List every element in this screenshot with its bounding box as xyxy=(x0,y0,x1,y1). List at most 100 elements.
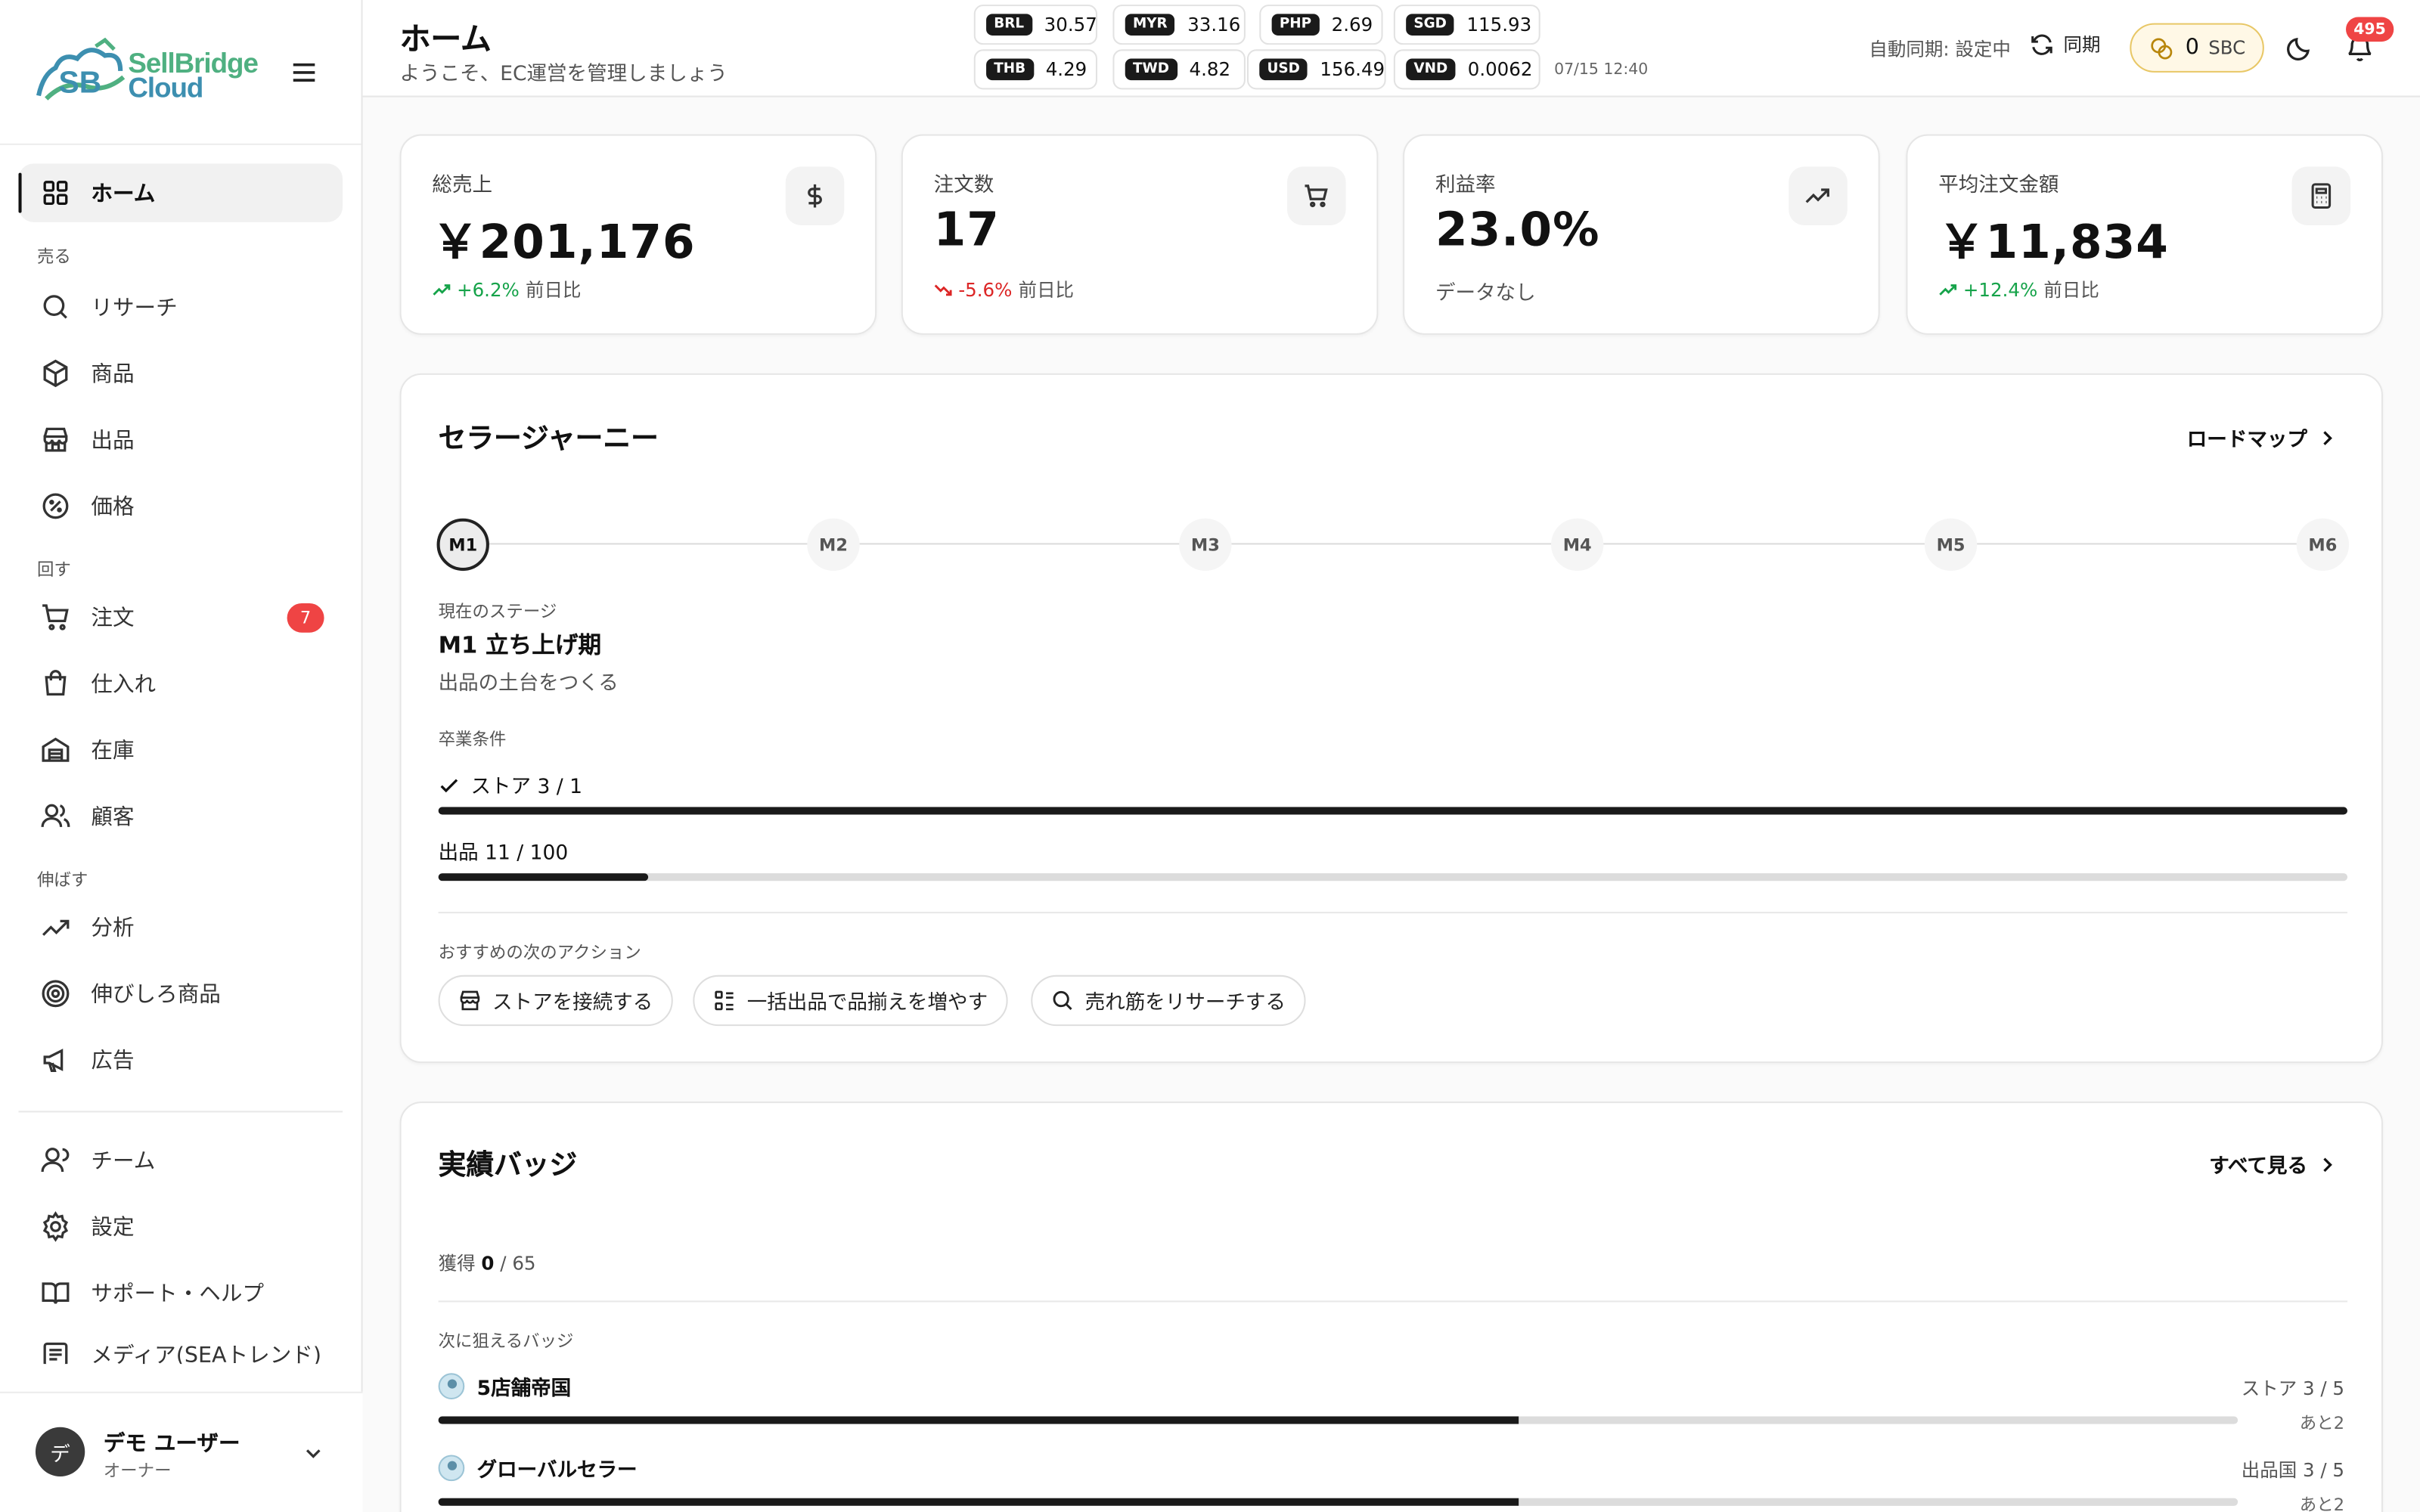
section-operate: 回す xyxy=(36,559,71,581)
sidebar-item-home[interactable]: ホーム xyxy=(18,163,343,222)
current-stage-label: 現在のステージ xyxy=(438,601,557,622)
chevron-right-icon xyxy=(2323,430,2332,445)
stat-card-sales: 総売上 ￥201,176 +6.2% 前日比 xyxy=(399,134,877,335)
menu-icon[interactable] xyxy=(290,59,318,87)
search-icon xyxy=(1053,990,1072,1010)
sbc-balance-button[interactable]: 0 SBC xyxy=(2130,23,2264,73)
step-m5[interactable]: M5 xyxy=(1924,518,1978,572)
section-sell: 売る xyxy=(36,246,71,268)
sidebar-item-media[interactable]: メディア(SEAトレンド) xyxy=(18,1330,343,1365)
stat-card-aov: 平均注文金額 ￥11,834 +12.4% 前日比 xyxy=(1906,134,2383,335)
step-m1[interactable]: M1 xyxy=(436,518,489,572)
rate-code: USD xyxy=(1259,58,1308,81)
rate-value: 4.82 xyxy=(1189,58,1231,81)
rate-chip: TWD 4.82 xyxy=(1112,49,1246,90)
check-icon xyxy=(440,778,458,792)
book-icon xyxy=(42,1282,70,1304)
step-m4[interactable]: M4 xyxy=(1551,518,1604,572)
research-bestsellers-button[interactable]: 売れ筋をリサーチする xyxy=(1031,974,1306,1027)
sidebar-item-listings[interactable]: 出品 xyxy=(18,411,343,469)
step-m3[interactable]: M3 xyxy=(1179,518,1232,572)
action-label: 売れ筋をリサーチする xyxy=(1084,992,1286,1015)
sidebar-item-label: 広告 xyxy=(91,1049,135,1074)
rate-value: 0.0062 xyxy=(1467,58,1533,81)
stat-change: -5.6% 前日比 xyxy=(934,276,1074,302)
logo-text: SellBridge Cloud xyxy=(128,49,259,101)
badge-name: グローバルセラー xyxy=(476,1459,638,1483)
autosync-status[interactable]: 自動同期: 設定中 xyxy=(1869,36,2010,62)
rate-code: VND xyxy=(1406,58,1456,81)
trend-up-icon xyxy=(1939,284,1957,295)
gear-icon xyxy=(42,1211,69,1242)
rate-chip: PHP 2.69 xyxy=(1259,5,1383,45)
page-title: ホーム xyxy=(399,20,492,57)
progress-fill xyxy=(438,873,649,881)
user-role: オーナー xyxy=(103,1461,172,1482)
chevron-down-icon xyxy=(306,1449,321,1458)
view-all-link[interactable]: すべて見る xyxy=(2209,1149,2338,1179)
stat-card-margin: 利益率 23.0% データなし xyxy=(1403,134,1880,335)
top-header: ホーム ようこそ、EC運営を管理しましょう BRL 30.57 MYR 33.16 … xyxy=(362,0,2420,98)
moon-icon[interactable] xyxy=(2285,34,2313,62)
stat-card-orders: 注文数 17 -5.6% 前日比 xyxy=(901,134,1379,335)
stat-change-value: +6.2% xyxy=(457,278,520,300)
sidebar-item-settings[interactable]: 設定 xyxy=(18,1198,343,1256)
user-icon xyxy=(41,1148,70,1173)
next-badges-label: 次に狙えるバッジ xyxy=(438,1331,574,1352)
user-menu[interactable]: デ デモ ユーザー オーナー xyxy=(0,1391,363,1512)
list-icon xyxy=(715,990,734,1011)
progress-fill xyxy=(438,1498,1519,1506)
sidebar-item-label: 仕入れ xyxy=(91,672,157,698)
roadmap-link[interactable]: ロードマップ xyxy=(2187,423,2338,452)
connect-store-button[interactable]: ストアを接続する xyxy=(438,974,673,1027)
journey-stepline xyxy=(463,543,2316,545)
sidebar-item-purchasing[interactable]: 仕入れ xyxy=(18,654,343,713)
sidebar-item-ads[interactable]: 広告 xyxy=(18,1030,343,1089)
step-m2[interactable]: M2 xyxy=(807,518,860,572)
rate-chip: THB 4.29 xyxy=(973,49,1098,90)
sidebar-item-products[interactable]: 商品 xyxy=(18,344,343,403)
stat-value: 17 xyxy=(933,203,1000,258)
progress-fill xyxy=(438,1416,1519,1424)
sidebar-item-label: 伸びしろ商品 xyxy=(91,982,221,1008)
stat-change: +12.4% 前日比 xyxy=(1938,276,2099,302)
newspaper-icon xyxy=(43,1342,68,1365)
sidebar-item-analytics[interactable]: 分析 xyxy=(18,898,343,957)
rate-value: 30.57 xyxy=(1044,14,1097,36)
condition-store: ストア 3 / 1 xyxy=(439,770,582,799)
sbc-currency: SBC xyxy=(2208,36,2246,59)
sidebar-item-customers[interactable]: 顧客 xyxy=(18,787,343,846)
stat-change-suffix: 前日比 xyxy=(1018,279,1075,301)
stage-description: 出品の土台をつくる xyxy=(438,672,619,696)
step-m6[interactable]: M6 xyxy=(2296,518,2350,572)
stat-value: ￥201,176 xyxy=(432,215,696,271)
bulk-listing-button[interactable]: 一括出品で品揃えを増やす xyxy=(693,974,1008,1027)
rate-value: 33.16 xyxy=(1187,14,1241,36)
sidebar-item-label: ホーム xyxy=(91,181,156,207)
badges-title: 実績バッジ xyxy=(438,1149,578,1182)
rate-chip: BRL 30.57 xyxy=(973,5,1098,45)
dollar-icon xyxy=(808,184,822,208)
sidebar-item-label: 出品 xyxy=(91,429,135,454)
rate-code: BRL xyxy=(986,14,1032,36)
sidebar-item-support[interactable]: サポート・ヘルプ xyxy=(18,1263,343,1322)
store-icon xyxy=(43,427,68,452)
sidebar-item-team[interactable]: チーム xyxy=(18,1131,343,1190)
sidebar-item-pricing[interactable]: 価格 xyxy=(18,477,343,536)
orders-count-badge: 7 xyxy=(287,603,324,633)
sidebar-item-label: メディア(SEAトレンド) xyxy=(91,1343,322,1365)
sidebar-item-orders[interactable]: 注文 7 xyxy=(18,588,343,647)
progress-fill xyxy=(438,807,2348,815)
condition-listings: 出品 11 / 100 xyxy=(439,836,569,866)
sidebar-item-research[interactable]: リサーチ xyxy=(18,277,343,336)
avatar: デ xyxy=(35,1427,85,1477)
users-icon xyxy=(41,804,70,828)
badge-item[interactable]: 5店舗帝国 xyxy=(438,1371,571,1401)
sidebar-item-growth-products[interactable]: 伸びしろ商品 xyxy=(18,965,343,1024)
badge-progress-count: ストア 3 / 5 xyxy=(2241,1377,2344,1400)
sync-button[interactable]: 同期 xyxy=(2030,31,2101,57)
sidebar-item-inventory[interactable]: 在庫 xyxy=(18,720,343,779)
badge-item[interactable]: グローバルセラー xyxy=(438,1453,638,1483)
sidebar-item-label: サポート・ヘルプ xyxy=(91,1281,264,1307)
rate-value: 4.29 xyxy=(1045,58,1087,81)
